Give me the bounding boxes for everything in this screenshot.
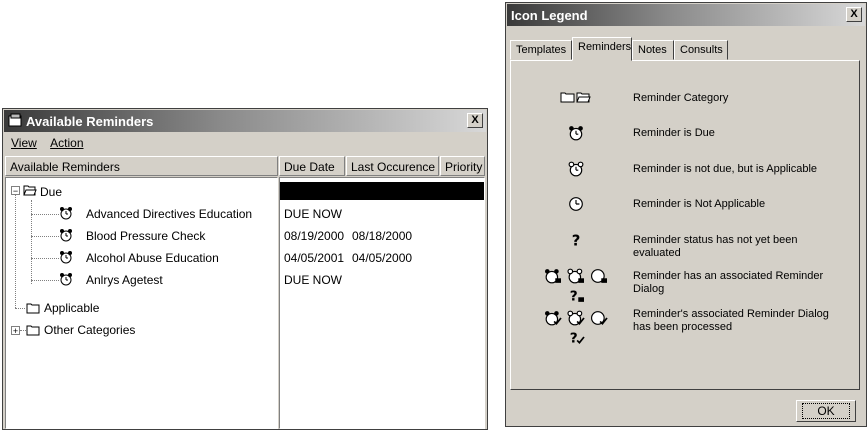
legend-text: Reminder's associated Reminder Dialog ha… xyxy=(633,308,829,333)
tree-node-reminder[interactable]: Anlrys Agetest xyxy=(6,270,276,290)
reminders-titlebar[interactable]: Available Reminders X xyxy=(4,110,486,132)
last-occurence-cell: 04/05/2000 xyxy=(352,251,413,265)
tree-line xyxy=(31,258,59,259)
tree-label-reminder: Advanced Directives Education xyxy=(86,207,253,221)
tree-node-reminder[interactable]: Advanced Directives Education xyxy=(6,204,276,224)
legend-icons xyxy=(531,196,621,215)
legend-row: ? Reminder's associated Reminder Dialog … xyxy=(511,301,851,347)
tree-node-reminder[interactable]: Alcohol Abuse Education xyxy=(6,248,276,268)
reminders-menubar: View Action xyxy=(6,134,89,154)
tree-line xyxy=(31,214,59,215)
tree-node-reminder[interactable]: Blood Pressure Check xyxy=(6,226,276,246)
legend-icons xyxy=(531,161,621,180)
legend-close-button[interactable]: X xyxy=(846,7,862,22)
legend-row: ? Reminder status has not yet been evalu… xyxy=(511,227,851,259)
due-date-cell: 08/19/2000 xyxy=(284,229,345,243)
tree-node-due[interactable]: − Due xyxy=(6,182,126,202)
legend-text: Reminder Category xyxy=(633,92,729,104)
folder-closed-icon xyxy=(26,325,40,336)
clock-dialog-icon xyxy=(591,269,608,283)
legend-titlebar[interactable]: Icon Legend X xyxy=(507,4,865,26)
alarm-dialog-icon xyxy=(544,269,561,284)
selected-row-highlight xyxy=(280,182,484,200)
legend-icons xyxy=(531,90,621,107)
ok-button[interactable]: OK xyxy=(796,400,856,422)
legend-row: Reminder is Not Applicable xyxy=(511,191,851,219)
alarm-processed-icon xyxy=(544,311,562,326)
due-date-cell: DUE NOW xyxy=(284,207,342,221)
folder-closed-icon xyxy=(560,92,575,103)
legend-row: Reminder Category xyxy=(511,85,851,113)
folder-closed-icon xyxy=(26,303,40,314)
clock-icon xyxy=(569,197,583,211)
tree-line xyxy=(31,280,59,281)
detail-row[interactable]: DUE NOW xyxy=(280,270,484,290)
reminders-legend-panel: Reminder Category Reminder is Due Remind… xyxy=(510,60,860,390)
question-mark-icon: ? xyxy=(572,232,581,250)
tree-label-reminder: Alcohol Abuse Education xyxy=(86,251,219,265)
tab-reminders[interactable]: Reminders xyxy=(572,37,632,61)
svg-text:?: ? xyxy=(572,232,581,248)
legend-text: Reminder has an associated Reminder Dial… xyxy=(633,270,824,295)
collapse-toggle[interactable]: − xyxy=(11,186,20,196)
tree-label-other-categories: Other Categories xyxy=(44,323,136,337)
icon-legend-window: Icon Legend X Templates Reminders Notes … xyxy=(505,2,867,427)
reminders-tree-pane[interactable]: − Due Advanced Directives Education Bloo… xyxy=(5,177,278,429)
detail-row[interactable]: 08/19/2000 08/18/2000 xyxy=(280,226,484,246)
reminders-detail-pane[interactable]: DUE NOW 08/19/2000 08/18/2000 04/05/2001… xyxy=(279,177,485,429)
tab-notes[interactable]: Notes xyxy=(632,40,674,60)
detail-row[interactable]: DUE NOW xyxy=(280,204,484,224)
alarm-clock-icon xyxy=(60,229,72,242)
alarm-clock-icon xyxy=(60,273,72,286)
alarm-dialog-outline-icon xyxy=(567,268,584,284)
question-processed-icon: ? xyxy=(570,331,585,347)
tree-node-applicable[interactable]: Applicable xyxy=(6,298,156,318)
column-header-due-date[interactable]: Due Date xyxy=(279,156,345,176)
legend-icons: ? xyxy=(531,232,621,251)
alarm-clock-icon xyxy=(60,251,72,264)
tab-consults[interactable]: Consults xyxy=(674,40,728,60)
folder-open-icon xyxy=(23,185,37,196)
last-occurence-cell: 08/18/2000 xyxy=(352,229,413,243)
tree-line xyxy=(15,308,25,309)
due-date-cell: 04/05/2001 xyxy=(284,251,345,265)
tree-label-reminder: Blood Pressure Check xyxy=(86,229,206,243)
due-date-cell: DUE NOW xyxy=(284,273,342,287)
alarm-clock-icon xyxy=(60,207,72,220)
alarm-clock-outline-icon xyxy=(568,161,584,177)
legend-text: Reminder is Not Applicable xyxy=(633,198,766,210)
legend-row: Reminder is not due, but is Applicable xyxy=(511,156,851,184)
legend-row: ? Reminder has an associated Reminder Di… xyxy=(511,263,851,305)
legend-text: Reminder status has not yet been evaluat… xyxy=(633,234,798,259)
menu-action[interactable]: Action xyxy=(45,134,88,152)
tree-node-other-categories[interactable]: + Other Categories xyxy=(6,320,186,340)
legend-text: Reminder is Due xyxy=(633,127,715,139)
column-header-last-occurence[interactable]: Last Occurence xyxy=(346,156,439,176)
tab-templates[interactable]: Templates xyxy=(510,40,572,60)
reminders-app-icon xyxy=(8,113,22,127)
folder-open-icon xyxy=(576,92,591,103)
reminders-window-title: Available Reminders xyxy=(26,114,154,129)
tree-label-applicable: Applicable xyxy=(44,301,100,315)
legend-window-title: Icon Legend xyxy=(511,8,588,23)
available-reminders-window: Available Reminders X View Action Availa… xyxy=(2,108,488,430)
tree-line xyxy=(31,236,59,237)
tree-label-reminder: Anlrys Agetest xyxy=(86,273,163,287)
legend-icons xyxy=(531,125,621,144)
ok-button-label: OK xyxy=(802,403,850,419)
alarm-clock-icon xyxy=(569,126,583,141)
tree-label-due: Due xyxy=(40,185,63,199)
legend-icons: ? xyxy=(531,310,621,348)
column-header-available-reminders[interactable]: Available Reminders xyxy=(5,156,278,176)
detail-row[interactable]: 04/05/2001 04/05/2000 xyxy=(280,248,484,268)
alarm-processed-outline-icon xyxy=(567,310,585,326)
column-header-priority[interactable]: Priority xyxy=(440,156,485,176)
expand-toggle[interactable]: + xyxy=(11,326,20,336)
svg-text:?: ? xyxy=(570,331,578,345)
reminders-close-button[interactable]: X xyxy=(467,113,483,128)
legend-row: Reminder is Due xyxy=(511,120,851,148)
menu-view[interactable]: View xyxy=(6,134,42,152)
clock-processed-icon xyxy=(591,311,609,325)
legend-text: Reminder is not due, but is Applicable xyxy=(633,163,818,175)
